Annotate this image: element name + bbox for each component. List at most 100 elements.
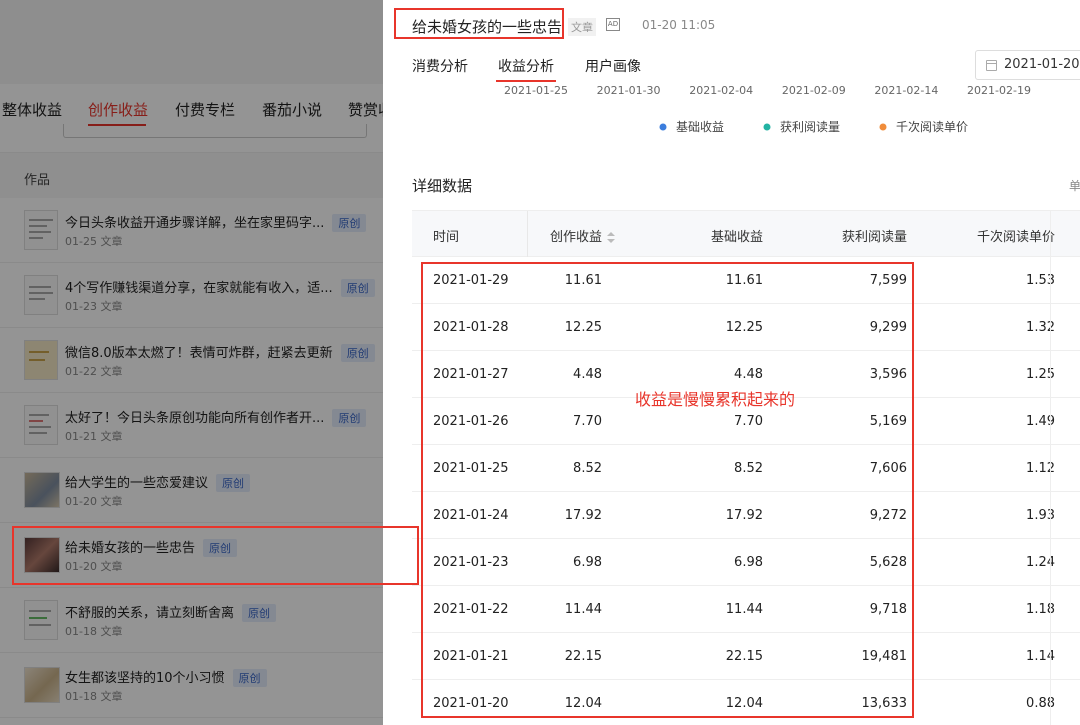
col-header-creation-income-label: 创作收益: [550, 230, 603, 245]
x-tick-label: 2021-02-04: [689, 84, 753, 97]
article-type: 文章: [100, 560, 123, 573]
cell-date: 2021-01-23: [433, 555, 509, 570]
legend-label[interactable]: 基础收益: [676, 120, 724, 134]
tab-overall-income[interactable]: 整体收益: [2, 99, 62, 120]
article-title: 4个写作赚钱渠道分享，在家就能有收入，适...: [65, 281, 333, 296]
cell-paid-reads: 19,481: [861, 649, 908, 664]
table-row: 2021-01-21 22.15 22.15 19,481 1.14: [412, 633, 1080, 680]
table-row: 2021-01-22 11.44 11.44 9,718 1.18: [412, 586, 1080, 633]
cell-creation-income: 6.98: [573, 555, 602, 570]
original-badge: 原创: [332, 409, 367, 427]
article-title: 微信8.0版本太燃了！表情可炸群，赶紧去更新: [65, 346, 333, 361]
article-date: 01-20: [65, 495, 97, 508]
article-row[interactable]: 不舒服的关系，请立刻断舍离 原创 01-18 文章: [0, 588, 383, 653]
cell-creation-income: 4.48: [573, 367, 602, 382]
cell-creation-income: 8.52: [573, 461, 602, 476]
unit-label: 单: [1069, 179, 1080, 193]
cell-paid-reads: 3,596: [869, 367, 907, 382]
article-date: 01-25: [65, 235, 97, 248]
drawer-article-type: 文章: [568, 18, 596, 36]
article-thumbnail: [24, 340, 58, 380]
annotation-text: 收益是慢慢累积起来的: [635, 390, 796, 409]
article-thumbnail: [24, 537, 60, 573]
article-type: 文章: [100, 495, 123, 508]
cell-date: 2021-01-27: [433, 367, 509, 382]
page-header-area: [0, 0, 383, 84]
original-badge: 原创: [340, 344, 375, 362]
article-thumbnail: [24, 210, 58, 250]
article-row[interactable]: 今日头条收益开通步骤详解，坐在家里码字... 原创 01-25 文章: [0, 198, 383, 263]
cell-creation-income: 12.04: [564, 696, 602, 711]
article-row[interactable]: 给大学生的一些恋爱建议 原创 01-20 文章: [0, 458, 383, 523]
cell-base-income: 4.48: [734, 367, 763, 382]
article-row[interactable]: 女生都该坚持的10个小习惯 原创 01-18 文章: [0, 653, 383, 718]
cell-base-income: 11.44: [725, 602, 763, 617]
chart-legend: 基础收益 获利阅读量 千次阅读单价: [659, 120, 968, 134]
table-row: 2021-01-25 8.52 8.52 7,606 1.12: [412, 445, 1080, 492]
income-chart: 2021-01-25 2021-01-30 2021-02-04 2021-02-09…: [504, 84, 1031, 134]
legend-label[interactable]: 千次阅读单价: [896, 120, 968, 134]
original-badge: 原创: [203, 539, 238, 557]
table-row: 2021-01-24 17.92 17.92 9,272 1.93: [412, 492, 1080, 539]
article-row-selected[interactable]: 给未婚女孩的一些忠告 原创 01-20 文章: [0, 523, 383, 588]
original-badge: 原创: [242, 604, 277, 622]
cell-paid-reads: 5,628: [869, 555, 907, 570]
cell-date: 2021-01-26: [433, 414, 509, 429]
tab-paid-column[interactable]: 付费专栏: [175, 99, 235, 120]
cell-base-income: 22.15: [725, 649, 763, 664]
calendar-icon: [986, 60, 997, 71]
cell-creation-income: 7.70: [573, 414, 602, 429]
article-thumbnail: [24, 472, 60, 508]
cell-paid-reads: 7,606: [869, 461, 907, 476]
col-header-rpm: 千次阅读单价: [976, 230, 1055, 245]
original-badge: 原创: [340, 279, 375, 297]
cell-base-income: 12.25: [725, 320, 763, 335]
table-row: 2021-01-20 12.04 12.04 13,633 0.88: [412, 680, 1080, 725]
article-type: 文章: [100, 690, 123, 703]
article-thumbnail: [24, 405, 58, 445]
tab-consumption-analysis[interactable]: 消费分析: [412, 56, 468, 76]
income-page: 整体收益 创作收益 付费专栏 番茄小说 赞赏收 作品 今日头条收益开通步骤详解，…: [0, 0, 383, 725]
cell-base-income: 6.98: [734, 555, 763, 570]
legend-marker: [763, 123, 771, 131]
x-tick-label: 2021-01-25: [504, 84, 568, 97]
article-row[interactable]: 太好了！今日头条原创功能向所有创作者开... 原创 01-21 文章: [0, 393, 383, 458]
cell-paid-reads: 7,599: [869, 273, 907, 288]
cell-base-income: 11.61: [725, 273, 763, 288]
tab-income-analysis[interactable]: 收益分析: [498, 56, 554, 76]
col-header-time: 时间: [433, 230, 460, 245]
cell-creation-income: 11.61: [564, 273, 602, 288]
article-date: 01-21: [65, 430, 97, 443]
date-picker[interactable]: 2021-01-20: [975, 50, 1080, 80]
tab-fanqie-novel[interactable]: 番茄小说: [262, 99, 322, 120]
tab-appreciation[interactable]: 赞赏收: [348, 99, 383, 120]
works-table-header: 作品: [0, 152, 383, 198]
legend-label[interactable]: 获利阅读量: [780, 120, 840, 134]
article-row[interactable]: 4个写作赚钱渠道分享，在家就能有收入，适... 原创 01-23 文章: [0, 263, 383, 328]
cell-date: 2021-01-24: [433, 508, 509, 523]
tab-user-profile[interactable]: 用户画像: [585, 56, 641, 76]
cell-creation-income: 17.92: [564, 508, 602, 523]
article-title: 给大学生的一些恋爱建议: [65, 476, 209, 491]
x-axis-ticks: 2021-01-25 2021-01-30 2021-02-04 2021-02-09…: [504, 84, 1031, 97]
article-title: 今日头条收益开通步骤详解，坐在家里码字...: [65, 216, 325, 231]
article-date: 01-22: [65, 365, 97, 378]
article-row[interactable]: 微信8.0版本太燃了！表情可炸群，赶紧去更新 原创 01-22 文章: [0, 328, 383, 393]
x-tick-label: 2021-02-14: [874, 84, 938, 97]
cell-creation-income: 12.25: [564, 320, 602, 335]
original-badge: 原创: [232, 669, 267, 687]
publish-time: 01-20 11:05: [642, 18, 716, 32]
col-header-creation-income[interactable]: 创作收益: [550, 226, 616, 245]
article-type: 文章: [100, 235, 123, 248]
cell-paid-reads: 9,299: [869, 320, 907, 335]
article-type: 文章: [100, 625, 123, 638]
works-header-label: 作品: [24, 173, 51, 188]
table-right-border: [1050, 210, 1051, 725]
original-badge: 原创: [332, 214, 367, 232]
cell-paid-reads: 5,169: [869, 414, 907, 429]
detail-data-table: 时间 创作收益 基础收益 获利阅读量 千次阅读单价 2021-01-29 11.6…: [412, 210, 1080, 725]
legend-marker: [879, 123, 887, 131]
filter-box[interactable]: [63, 124, 367, 138]
sort-icon[interactable]: [607, 232, 616, 243]
tab-creation-income[interactable]: 创作收益: [88, 99, 148, 120]
